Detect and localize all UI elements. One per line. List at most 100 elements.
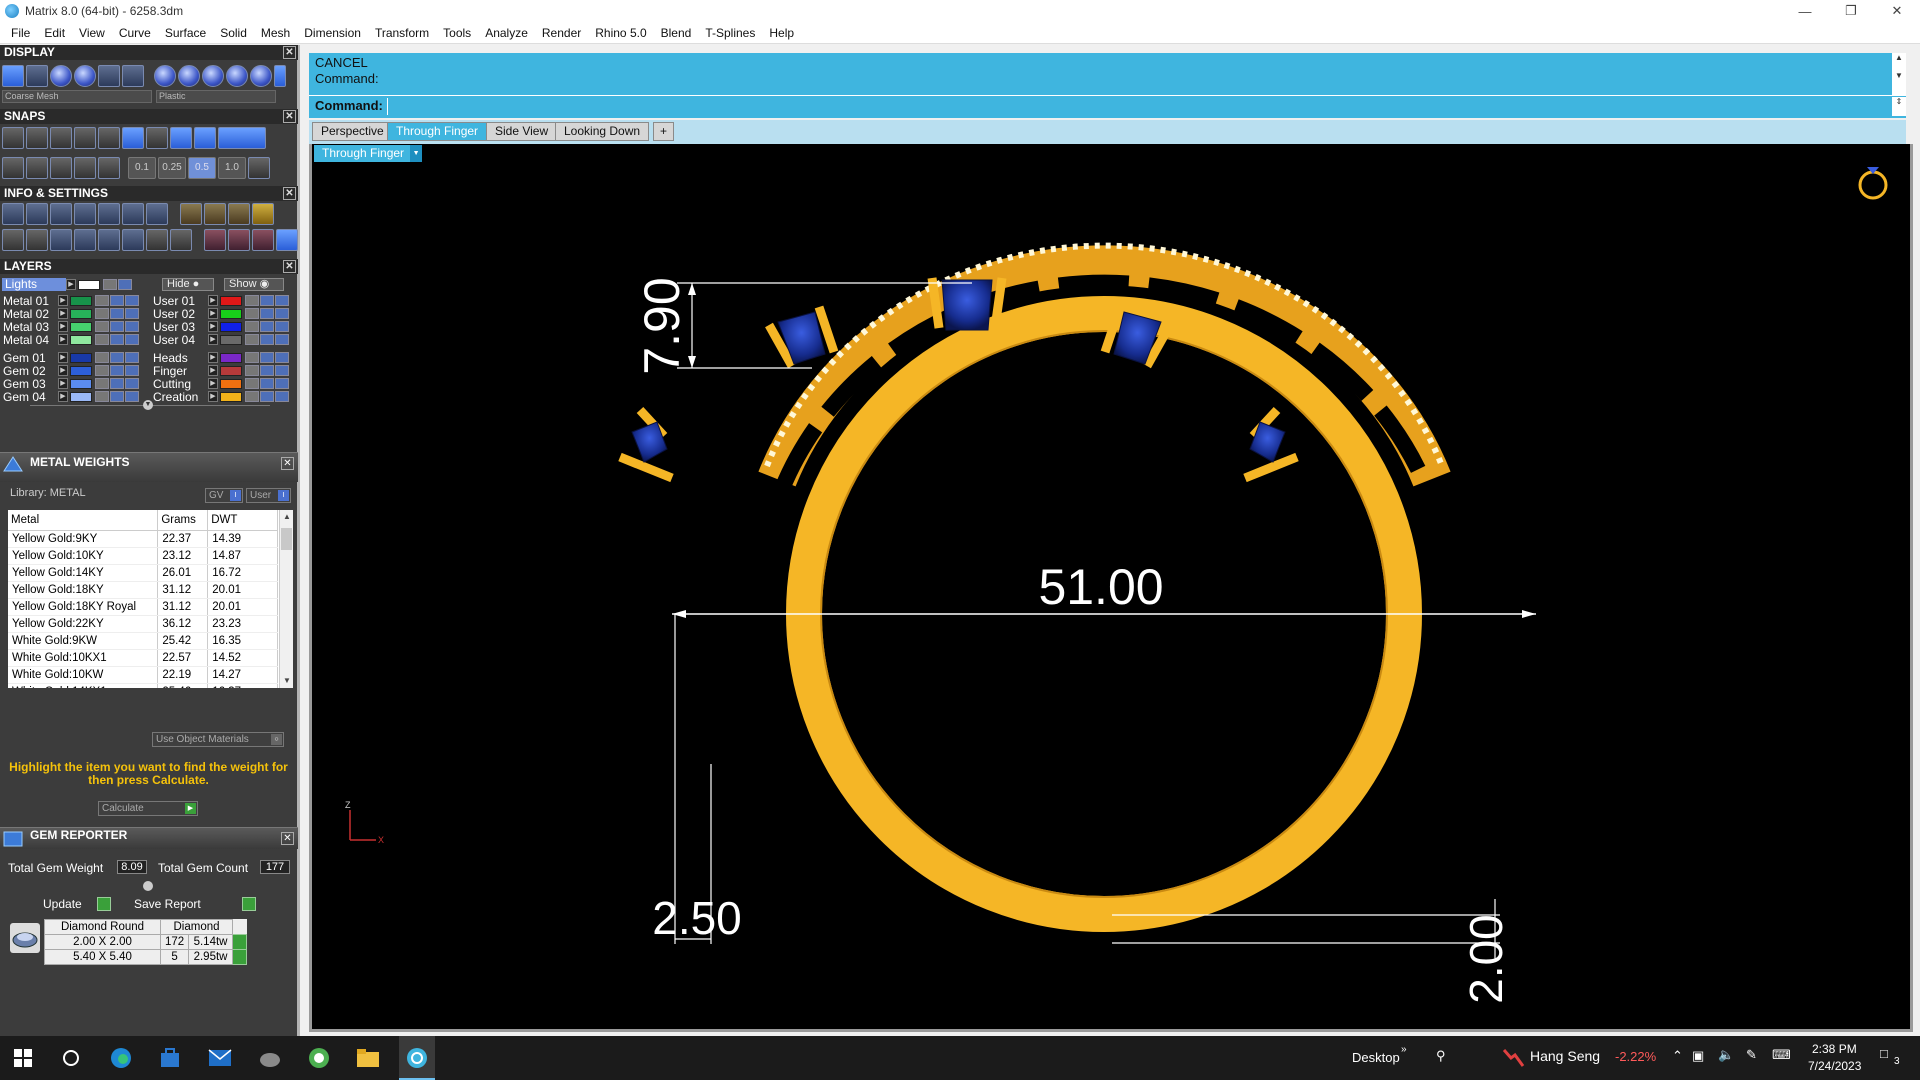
- visibility-icon[interactable]: [260, 334, 274, 345]
- update-button[interactable]: Update: [43, 896, 111, 912]
- current-layer-icon[interactable]: [275, 334, 289, 345]
- tool-cube-icon[interactable]: [98, 229, 120, 251]
- lock-icon[interactable]: [95, 295, 109, 306]
- snap-quad-button[interactable]: [146, 127, 168, 149]
- menu-curve[interactable]: Curve: [112, 22, 158, 44]
- layer-color-swatch[interactable]: [70, 308, 92, 319]
- expand-arrow-icon[interactable]: ▶: [58, 365, 68, 376]
- menu-edit[interactable]: Edit: [37, 22, 72, 44]
- matrix-taskbar-button[interactable]: [399, 1036, 435, 1080]
- expand-arrow-icon[interactable]: ▶: [58, 321, 68, 332]
- lock-icon[interactable]: [245, 352, 259, 363]
- current-layer-icon[interactable]: [275, 352, 289, 363]
- minimize-button[interactable]: —: [1782, 0, 1828, 22]
- lock-icon[interactable]: [95, 365, 109, 376]
- close-icon[interactable]: ✕: [283, 260, 296, 273]
- add-tab-button[interactable]: +: [653, 122, 675, 141]
- visibility-icon[interactable]: [110, 352, 124, 363]
- current-layer-icon[interactable]: [275, 295, 289, 306]
- stock-down-icon[interactable]: [1503, 1048, 1525, 1068]
- desktop-toolbar-label[interactable]: Desktop: [1352, 1050, 1400, 1065]
- menu-solid[interactable]: Solid: [213, 22, 254, 44]
- lights-color-swatch[interactable]: [78, 279, 100, 290]
- lock-icon[interactable]: [95, 378, 109, 389]
- grid-icon[interactable]: [248, 157, 270, 179]
- visibility-icon[interactable]: [260, 308, 274, 319]
- close-icon[interactable]: ✕: [283, 110, 296, 123]
- visibility-icon[interactable]: [110, 391, 124, 402]
- lock-icon[interactable]: [95, 391, 109, 402]
- table-row[interactable]: Yellow Gold:14KY 26.01 16.72: [8, 564, 278, 582]
- rhino-app-button[interactable]: [257, 1045, 283, 1071]
- menu-t-splines[interactable]: T-Splines: [698, 22, 762, 44]
- lock-icon[interactable]: [245, 391, 259, 402]
- ghosted-mode-button[interactable]: [98, 65, 120, 87]
- table-row[interactable]: Yellow Gold:9KY 22.37 14.39: [8, 530, 278, 548]
- current-layer-icon[interactable]: [125, 334, 139, 345]
- menu-analyze[interactable]: Analyze: [478, 22, 535, 44]
- layer-color-swatch[interactable]: [220, 391, 242, 402]
- expand-arrow-icon[interactable]: ▶: [66, 279, 76, 290]
- current-layer-icon[interactable]: [275, 308, 289, 319]
- tool-ring-2-icon[interactable]: [228, 229, 250, 251]
- current-layer-icon[interactable]: [275, 321, 289, 332]
- expand-arrow-icon[interactable]: ▶: [58, 295, 68, 306]
- layer-color-swatch[interactable]: [220, 378, 242, 389]
- menu-blend[interactable]: Blend: [654, 22, 699, 44]
- layer-color-swatch[interactable]: [70, 334, 92, 345]
- expand-arrow-icon[interactable]: ▶: [58, 352, 68, 363]
- snap-near-button[interactable]: [26, 127, 48, 149]
- expand-arrow-icon[interactable]: ▶: [208, 352, 218, 363]
- snap-value-0.5[interactable]: 0.5: [188, 157, 216, 179]
- layer-color-swatch[interactable]: [220, 308, 242, 319]
- snap-value-1.0[interactable]: 1.0: [218, 157, 246, 179]
- pen-icon[interactable]: ✎: [1746, 1047, 1757, 1063]
- menu-transform[interactable]: Transform: [368, 22, 436, 44]
- file-explorer-button[interactable]: [355, 1045, 381, 1071]
- collapse-icon[interactable]: ▼: [143, 400, 153, 410]
- snap-cen-button[interactable]: [98, 127, 120, 149]
- material-1-button[interactable]: [154, 65, 176, 87]
- table-row[interactable]: 5.40 X 5.40 5 2.95tw: [44, 949, 247, 965]
- expand-arrow-icon[interactable]: ▶: [58, 334, 68, 345]
- tool-filter-icon[interactable]: [122, 229, 144, 251]
- zoom-icon[interactable]: [26, 203, 48, 225]
- slider-knob-icon[interactable]: [143, 881, 153, 891]
- gem-tool-2-icon[interactable]: [204, 203, 226, 225]
- lock-icon[interactable]: [95, 308, 109, 319]
- close-icon[interactable]: ✕: [281, 457, 294, 470]
- visibility-icon[interactable]: [110, 308, 124, 319]
- keyboard-icon[interactable]: ⌨: [1772, 1047, 1791, 1063]
- menu-help[interactable]: Help: [762, 22, 801, 44]
- cube-icon[interactable]: [146, 203, 168, 225]
- gem-app-button[interactable]: [306, 1045, 332, 1071]
- visibility-icon[interactable]: [260, 378, 274, 389]
- chevron-down-icon[interactable]: ▼: [410, 145, 423, 162]
- search-button[interactable]: [58, 1045, 84, 1071]
- command-input[interactable]: [387, 98, 1887, 115]
- expand-arrow-icon[interactable]: ▶: [58, 378, 68, 389]
- close-icon[interactable]: ✕: [283, 187, 296, 200]
- layer-row[interactable]: Gem 01 ▶: [3, 351, 139, 365]
- table-row[interactable]: White Gold:10KW 22.19 14.27: [8, 666, 278, 684]
- lock-icon[interactable]: [245, 334, 259, 345]
- lock-icon[interactable]: [245, 295, 259, 306]
- snap-tan-button[interactable]: [170, 127, 192, 149]
- use-object-materials-toggle[interactable]: Use Object Materials ○: [152, 732, 284, 747]
- current-layer-icon[interactable]: [125, 365, 139, 376]
- gv-toggle[interactable]: GV I: [205, 488, 243, 503]
- dwt-column-header[interactable]: DWT: [207, 510, 278, 531]
- current-layer-icon[interactable]: [125, 321, 139, 332]
- menu-view[interactable]: View: [72, 22, 112, 44]
- notifications-icon[interactable]: □: [1880, 1046, 1888, 1061]
- menu-tools[interactable]: Tools: [436, 22, 478, 44]
- rendered-mode-button[interactable]: [74, 65, 96, 87]
- menu-mesh[interactable]: Mesh: [254, 22, 297, 44]
- material-select[interactable]: Plastic: [156, 90, 276, 103]
- scroll-down-icon[interactable]: ▼: [280, 674, 293, 688]
- table-row[interactable]: Yellow Gold:10KY 23.12 14.87: [8, 547, 278, 565]
- expand-arrow-icon[interactable]: ▶: [208, 295, 218, 306]
- volume-icon[interactable]: 🔈: [1718, 1047, 1734, 1063]
- dimension-band-width[interactable]: 2.50: [652, 614, 742, 944]
- planar-button[interactable]: [26, 157, 48, 179]
